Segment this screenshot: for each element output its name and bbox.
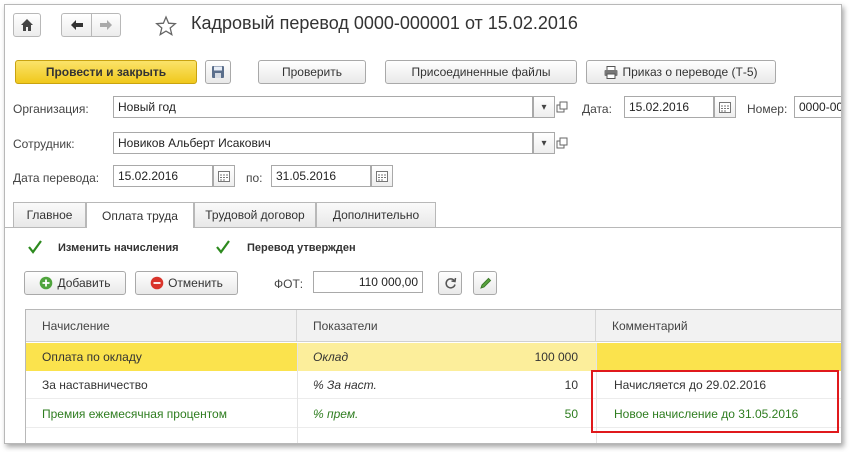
date-field[interactable]: 15.02.2016 <box>624 96 714 118</box>
fot-label: ФОТ: <box>274 277 304 291</box>
accrual-cell: Оплата по окладу <box>42 350 142 364</box>
home-icon <box>21 19 33 31</box>
number-label: Номер: <box>747 102 788 116</box>
arrow-right-icon <box>100 20 112 30</box>
accrual-cell: Премия ежемесячная процентом <box>42 407 227 421</box>
printer-icon <box>604 65 618 79</box>
indicator-value: 50 <box>564 407 578 421</box>
minus-circle-icon <box>150 276 164 290</box>
employee-dropdown-button[interactable]: ▾ <box>533 132 555 154</box>
employee-field[interactable]: Новиков Альберт Исакович <box>113 132 533 154</box>
floppy-disk-icon <box>212 66 224 78</box>
column-header-indicators[interactable]: Показатели <box>297 310 596 342</box>
calendar-icon <box>719 101 731 113</box>
cancel-label: Отменить <box>168 276 223 290</box>
indicator-name: % прем. <box>313 407 359 421</box>
change-accruals-label: Изменить начисления <box>58 242 179 254</box>
column-header-accrual[interactable]: Начисление <box>26 310 297 342</box>
transfer-approved-checkbox[interactable] <box>215 239 230 254</box>
forward-button[interactable] <box>91 13 121 37</box>
tab-main[interactable]: Главное <box>13 202 86 227</box>
page-title: Кадровый перевод 0000-000001 от 15.02.20… <box>191 13 578 33</box>
calendar-icon <box>218 170 230 182</box>
date-calendar-button[interactable] <box>714 96 736 118</box>
employee-open-button[interactable] <box>556 137 568 152</box>
employee-label: Сотрудник: <box>13 137 75 151</box>
to-date-field[interactable]: 31.05.2016 <box>271 165 371 187</box>
chevron-down-icon: ▾ <box>541 101 547 113</box>
to-label: по: <box>246 171 263 185</box>
chevron-down-icon: ▾ <box>541 137 547 149</box>
save-button[interactable] <box>205 60 231 84</box>
home-button[interactable] <box>13 13 41 37</box>
back-button[interactable] <box>61 13 91 37</box>
tab-payroll[interactable]: Оплата труда <box>86 202 194 228</box>
date-label: Дата: <box>582 102 612 116</box>
check-button[interactable]: Проверить <box>258 60 366 84</box>
refresh-icon <box>444 277 456 289</box>
tab-employment-contract[interactable]: Трудовой договор <box>194 202 316 227</box>
fot-field: 110 000,00 <box>313 271 423 293</box>
transfer-approved-label: Перевод утвержден <box>247 242 356 254</box>
calendar-icon <box>376 170 388 182</box>
to-date-calendar-button[interactable] <box>371 165 393 187</box>
organization-field[interactable]: Новый год <box>113 96 533 118</box>
table-row[interactable]: Оплата по окладу Оклад 100 000 <box>26 343 841 371</box>
number-field[interactable]: 0000-00 <box>794 96 841 118</box>
star-icon <box>155 15 177 36</box>
add-button[interactable]: Добавить <box>24 271 126 295</box>
refresh-button[interactable] <box>438 271 462 295</box>
open-link-icon <box>556 137 568 149</box>
pencil-icon <box>479 277 491 289</box>
transfer-date-field[interactable]: 15.02.2016 <box>113 165 213 187</box>
indicator-name: % За наст. <box>313 378 377 392</box>
attached-files-button[interactable]: Присоединенные файлы <box>385 60 577 84</box>
add-label: Добавить <box>57 276 111 290</box>
document-window: Кадровый перевод 0000-000001 от 15.02.20… <box>4 4 842 444</box>
indicator-cell: Оклад <box>297 343 501 371</box>
cancel-button[interactable]: Отменить <box>135 271 238 295</box>
post-and-close-button[interactable]: Провести и закрыть <box>15 60 197 84</box>
transfer-date-label: Дата перевода: <box>13 171 100 185</box>
open-link-icon <box>556 101 568 113</box>
checkmark-icon <box>28 240 42 254</box>
organization-dropdown-button[interactable]: ▾ <box>533 96 555 118</box>
plus-circle-icon <box>40 276 53 290</box>
print-order-button[interactable]: Приказ о переводе (Т-5) <box>586 60 776 84</box>
arrow-left-icon <box>70 20 83 30</box>
organization-open-button[interactable] <box>556 101 568 116</box>
column-divider <box>297 343 298 443</box>
organization-label: Организация: <box>13 102 89 116</box>
annotation-highlight-box <box>591 370 839 433</box>
accrual-cell: За наставничество <box>42 378 148 392</box>
column-header-comment[interactable]: Комментарий <box>596 310 841 342</box>
indicator-value: 100 000 <box>501 343 596 371</box>
indicator-name: Оклад <box>313 350 349 364</box>
print-order-label: Приказ о переводе (Т-5) <box>622 65 758 79</box>
transfer-date-calendar-button[interactable] <box>213 165 235 187</box>
indicator-value: 10 <box>564 378 578 392</box>
checkmark-icon <box>216 240 230 254</box>
change-accruals-checkbox[interactable] <box>27 239 42 254</box>
edit-button[interactable] <box>473 271 497 295</box>
tab-additional[interactable]: Дополнительно <box>316 202 436 227</box>
favorite-button[interactable] <box>155 15 177 40</box>
